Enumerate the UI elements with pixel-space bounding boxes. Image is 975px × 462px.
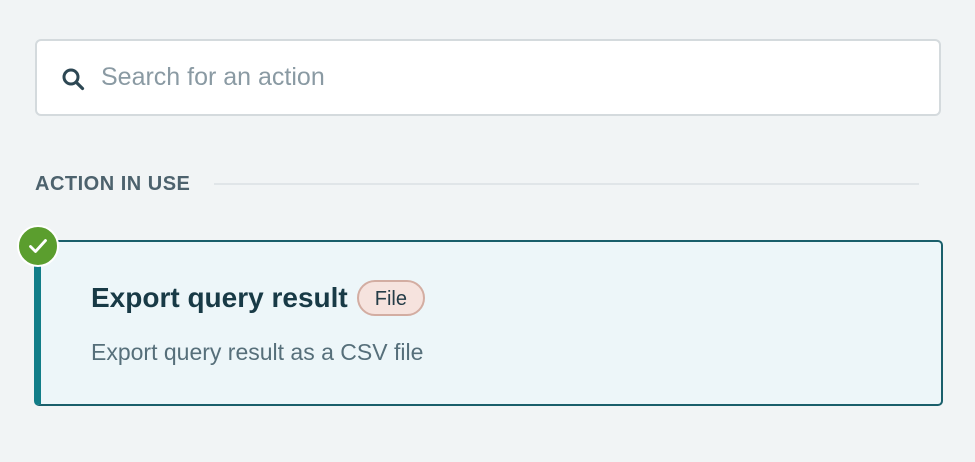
action-title: Export query result [91,282,348,313]
section-header: ACTION IN USE [35,170,919,198]
search-input[interactable] [101,41,921,114]
checkmark-icon [29,239,47,253]
section-divider [214,183,919,185]
section-title: ACTION IN USE [35,172,191,195]
search-icon [61,67,85,91]
check-circle-icon [17,225,59,267]
action-description: Export query result as a CSV file [91,339,424,365]
action-card[interactable]: Export query result File Export query re… [34,240,943,406]
action-title-row: Export query result File [91,280,425,316]
search-box[interactable] [35,39,941,116]
action-type-badge: File [356,280,425,316]
